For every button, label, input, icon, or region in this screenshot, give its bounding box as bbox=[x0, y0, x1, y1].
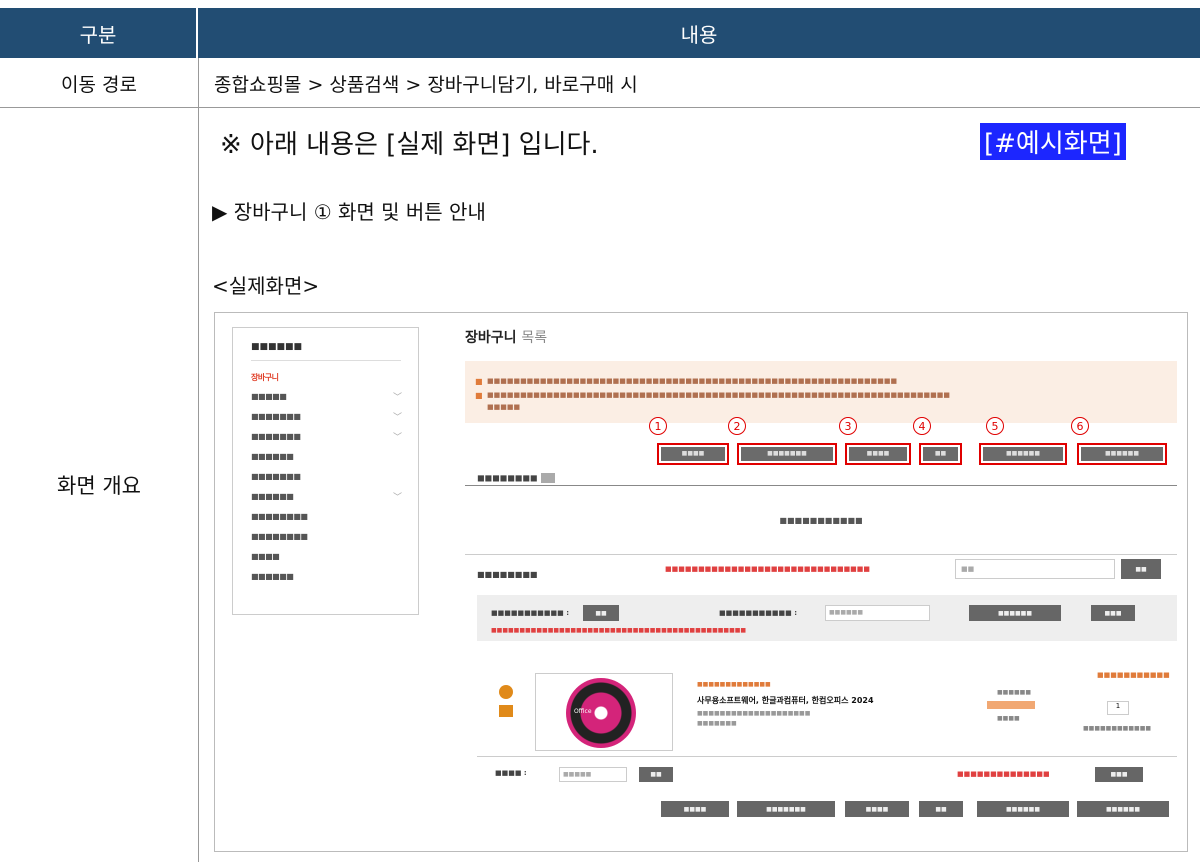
total-sum: ■■■■■■■■■■■■■■ bbox=[957, 770, 1050, 778]
quantity-input[interactable]: 1 bbox=[1107, 701, 1129, 715]
delivery-select[interactable]: ■■■■■ bbox=[559, 767, 627, 782]
delete-button-bottom[interactable]: ■■ bbox=[919, 801, 963, 817]
message-icon bbox=[499, 705, 513, 717]
product-thumbnail[interactable]: Office bbox=[535, 673, 673, 751]
cart-screenshot: ■■■■■■ 장바구니 ■■■■■ ﹀ ■■■■■■■ ﹀ ■■■■■■■ ﹀ … bbox=[214, 312, 1188, 852]
add-to-order-button-bottom[interactable]: ■■■■■■■ bbox=[737, 801, 835, 817]
empty-cart-box: ■■■■■■■■■■■ bbox=[465, 485, 1177, 555]
select-delete-button[interactable]: ■■■■ bbox=[657, 443, 729, 465]
filter-action-button[interactable]: ■■■ bbox=[1091, 605, 1135, 621]
cart-item-row: Office ■■■■■■■■■■■■■ 사무용소프트웨어, 한글과컴퓨터, 한… bbox=[477, 653, 1177, 757]
search-button[interactable]: ■■ bbox=[1121, 559, 1161, 579]
column-divider bbox=[198, 58, 199, 862]
filter-bar: ■■■■■■■■■■■ : ■■ ■■■■■■■■■■■ : ■■■■■■ ■■… bbox=[477, 595, 1177, 641]
overview-label: 화면 개요 bbox=[57, 474, 141, 498]
sidebar-item[interactable]: ■■■■■■■ bbox=[251, 472, 301, 481]
sidebar-item[interactable]: ■■■■ bbox=[251, 552, 280, 561]
request-button-bottom[interactable]: ■■■■■■ bbox=[977, 801, 1069, 817]
sidebar-item[interactable]: ■■■■■■■■ bbox=[251, 512, 308, 521]
order-badge-icon bbox=[499, 685, 513, 699]
wishlist-button-bottom[interactable]: ■■■■■■ bbox=[1077, 801, 1169, 817]
section-notice: ■■■■■■■■■■■■■■■■■■■■■■■■■■■■■■■ bbox=[665, 565, 871, 573]
sidebar-item[interactable]: ■■■■■ bbox=[251, 392, 287, 401]
select-delete-button-bottom[interactable]: ■■■■ bbox=[661, 801, 729, 817]
callout-3: 3 bbox=[839, 417, 857, 435]
chevron-down-icon: ﹀ bbox=[393, 393, 403, 403]
order-button-bottom[interactable]: ■■■■ bbox=[845, 801, 909, 817]
sidebar-item[interactable]: ■■■■■■ bbox=[251, 572, 294, 581]
chevron-down-icon: ﹀ bbox=[393, 413, 403, 423]
empty-cart-message: ■■■■■■■■■■■ bbox=[779, 516, 863, 525]
unit-price: ■■■■■■■■■■■ bbox=[1097, 671, 1170, 679]
path-label: 이동 경로 bbox=[61, 73, 137, 96]
chevron-down-icon: ﹀ bbox=[393, 433, 403, 443]
sidebar-item[interactable]: ■■■■■■ bbox=[251, 452, 294, 461]
callout-4: 4 bbox=[913, 417, 931, 435]
cart-notice-box: ■ ■■■■■■■■■■■■■■■■■■■■■■■■■■■■■■■■■■■■■■… bbox=[465, 361, 1177, 423]
header-category: 구분 bbox=[79, 22, 117, 47]
section-title: ■■■■■■■■ bbox=[477, 473, 556, 483]
sidebar-divider bbox=[251, 360, 401, 361]
sidebar-title: ■■■■■■ bbox=[251, 342, 303, 352]
product-code: ■■■■■■ bbox=[997, 689, 1032, 696]
product-description: ■■■■■■■■■■■■■■■■■■■■ ■■■■■■■ bbox=[697, 710, 811, 727]
recalculate-button[interactable]: ■■■ bbox=[1095, 767, 1143, 782]
filter-action-button[interactable]: ■■■■■■ bbox=[969, 605, 1061, 621]
notice-text: ※ 아래 내용은 [실제 화면] 입니다. bbox=[220, 130, 599, 160]
cart-title: 장바구니 목록 bbox=[465, 330, 548, 346]
product-vendor: ■■■■■■■■■■■■■ bbox=[697, 681, 771, 688]
section-subtitle: ▶ 장바구니 ① 화면 및 버튼 안내 bbox=[212, 200, 486, 224]
sidebar-item[interactable]: ■■■■■■■■ bbox=[251, 532, 308, 541]
order-footer: ■■■■ : ■■■■■ ■■ ■■■■■■■■■■■■■■ ■■■ bbox=[477, 765, 1177, 785]
path-value: 종합쇼핑몰 > 상품검색 > 장바구니담기, 바로구매 시 bbox=[214, 73, 638, 96]
delete-button[interactable]: ■■ bbox=[919, 443, 962, 465]
sidebar-item[interactable]: ■■■■■■■ bbox=[251, 432, 301, 441]
disc-label: Office bbox=[574, 708, 592, 715]
filter-button[interactable]: ■■ bbox=[583, 605, 619, 621]
example-screen-tag: [#예시화면] bbox=[980, 123, 1126, 160]
search-input[interactable]: ■■ bbox=[955, 559, 1115, 579]
apply-button[interactable]: ■■ bbox=[639, 767, 673, 782]
sidebar-item[interactable]: ■■■■■■■ bbox=[251, 412, 301, 421]
item-total: ■■■■■■■■■■■■ bbox=[1083, 725, 1152, 732]
callout-2: 2 bbox=[728, 417, 746, 435]
sidebar-item-cart[interactable]: 장바구니 bbox=[251, 372, 279, 383]
callout-6: 6 bbox=[1071, 417, 1089, 435]
header-content: 내용 bbox=[680, 22, 718, 47]
section-title: ■■■■■■■■ bbox=[477, 570, 538, 579]
screen-label: <실제화면> bbox=[212, 274, 320, 298]
product-name[interactable]: 사무용소프트웨어, 한글과컴퓨터, 한컴오피스 2024 bbox=[697, 695, 874, 706]
callout-1: 1 bbox=[649, 417, 667, 435]
sidebar-menu: ■■■■■■ 장바구니 ■■■■■ ﹀ ■■■■■■■ ﹀ ■■■■■■■ ﹀ … bbox=[232, 327, 419, 615]
request-button[interactable]: ■■■■■■ bbox=[979, 443, 1067, 465]
callout-5: 5 bbox=[986, 417, 1004, 435]
order-button[interactable]: ■■■■ bbox=[845, 443, 911, 465]
wishlist-button[interactable]: ■■■■■■ bbox=[1077, 443, 1167, 465]
chevron-down-icon: ﹀ bbox=[393, 493, 403, 503]
table-header: 구분 내용 bbox=[0, 8, 1200, 58]
status-text: ■■■■ bbox=[997, 715, 1020, 722]
sidebar-item[interactable]: ■■■■■■ bbox=[251, 492, 294, 501]
add-to-order-button[interactable]: ■■■■■■■ bbox=[737, 443, 837, 465]
path-row: 이동 경로 종합쇼핑몰 > 상품검색 > 장바구니담기, 바로구매 시 bbox=[0, 58, 1200, 108]
status-badge bbox=[987, 701, 1035, 709]
filter-select[interactable]: ■■■■■■ bbox=[825, 605, 930, 621]
